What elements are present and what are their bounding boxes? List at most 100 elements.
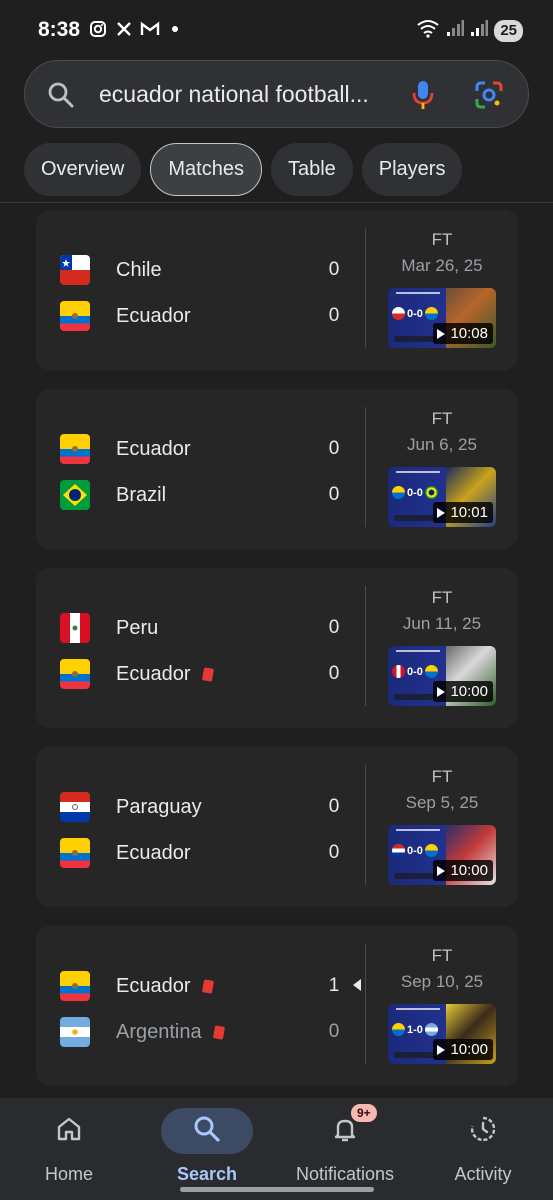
team-name: Ecuador bbox=[116, 974, 191, 997]
thumbnail-bar bbox=[394, 515, 436, 521]
lens-icon[interactable] bbox=[473, 79, 505, 116]
match-date: Mar 26, 25 bbox=[401, 256, 483, 275]
status-bar: 8:38 25 bbox=[0, 0, 553, 60]
match-status: FT bbox=[431, 767, 453, 786]
home-icon bbox=[55, 1115, 83, 1148]
thumbnail-score: 0-0 bbox=[392, 665, 438, 678]
match-date: Sep 5, 25 bbox=[405, 793, 479, 812]
activity-icon bbox=[468, 1114, 498, 1149]
match-status: FT bbox=[431, 230, 453, 249]
thumbnail-banner bbox=[396, 650, 440, 658]
match-date: Jun 11, 25 bbox=[402, 614, 482, 633]
team-row: Ecuador bbox=[60, 659, 214, 689]
nav-home[interactable]: Home bbox=[9, 1108, 129, 1185]
match-status: FT bbox=[431, 588, 453, 607]
team-name: Argentina bbox=[116, 1020, 202, 1043]
tab-bar: Overview Matches Table Players bbox=[24, 143, 463, 196]
play-icon bbox=[437, 686, 446, 697]
x-icon bbox=[114, 19, 134, 39]
video-duration: 10:08 bbox=[433, 323, 493, 344]
tab-matches[interactable]: Matches bbox=[150, 143, 262, 196]
divider bbox=[365, 407, 366, 527]
ecuador-flag-icon bbox=[60, 838, 90, 868]
team-score: 0 bbox=[328, 259, 340, 280]
thumbnail-banner bbox=[396, 1008, 440, 1016]
team-score: 0 bbox=[328, 484, 340, 505]
video-thumbnail[interactable]: 0-0 10:01 bbox=[388, 467, 496, 527]
match-card[interactable]: Ecuador 0 Brazil 0 FT Jun 6, 25 0-0 10:0… bbox=[36, 389, 518, 549]
match-card[interactable]: Paraguay 0 Ecuador 0 FT Sep 5, 25 0-0 10… bbox=[36, 747, 518, 907]
bottom-nav: Home Search 9+ Notifications Activity bbox=[0, 1098, 553, 1200]
paraguay-flag-icon bbox=[60, 792, 90, 822]
search-input[interactable]: ecuador national football... bbox=[99, 81, 389, 108]
play-icon bbox=[437, 1044, 446, 1055]
nav-label: Home bbox=[44, 1164, 93, 1184]
search-bar[interactable]: ecuador national football... bbox=[24, 60, 529, 128]
play-icon bbox=[437, 328, 446, 339]
match-card[interactable]: Peru 0 Ecuador 0 FT Jun 11, 25 0-0 10:00 bbox=[36, 568, 518, 728]
play-icon bbox=[437, 507, 446, 518]
peru-flag-icon bbox=[60, 613, 90, 643]
video-thumbnail[interactable]: 0-0 10:08 bbox=[388, 288, 496, 348]
tab-overview[interactable]: Overview bbox=[24, 143, 142, 196]
team-row: Ecuador bbox=[60, 301, 191, 331]
video-thumbnail[interactable]: 1-0 10:00 bbox=[388, 1004, 496, 1064]
video-thumbnail[interactable]: 0-0 10:00 bbox=[388, 825, 496, 885]
divider bbox=[365, 586, 366, 706]
thumbnail-bar bbox=[394, 873, 436, 879]
divider bbox=[365, 765, 366, 885]
chile-flag-icon bbox=[60, 255, 90, 285]
nav-notifications[interactable]: 9+ Notifications bbox=[285, 1104, 405, 1185]
team-score: 0 bbox=[328, 617, 340, 638]
thumbnail-score: 1-0 bbox=[392, 1023, 438, 1036]
match-card[interactable]: Ecuador 1 Argentina 0 FT Sep 10, 25 1-0 … bbox=[36, 926, 518, 1086]
team-name: Chile bbox=[116, 258, 162, 281]
status-icons-left bbox=[88, 19, 178, 39]
thumbnail-bar bbox=[394, 336, 436, 342]
team-name: Ecuador bbox=[116, 437, 191, 460]
team-score: 1 bbox=[328, 975, 340, 996]
search-icon[interactable] bbox=[47, 81, 75, 114]
status-icons-right: 25 bbox=[416, 18, 523, 43]
red-card-icon bbox=[212, 1024, 225, 1040]
thumbnail-banner bbox=[396, 829, 440, 837]
ecuador-flag-icon bbox=[60, 971, 90, 1001]
match-date: Sep 10, 25 bbox=[400, 972, 484, 991]
team-name: Paraguay bbox=[116, 795, 202, 818]
thumbnail-banner bbox=[396, 292, 440, 300]
notification-badge: 9+ bbox=[351, 1104, 377, 1122]
thumbnail-banner bbox=[396, 471, 440, 479]
signal-icon bbox=[446, 19, 465, 42]
team-score: 0 bbox=[328, 1021, 340, 1042]
nav-activity[interactable]: Activity bbox=[423, 1108, 543, 1185]
thumbnail-bar bbox=[394, 1052, 436, 1058]
team-name: Ecuador bbox=[116, 662, 191, 685]
tab-table[interactable]: Table bbox=[270, 143, 353, 196]
team-score: 0 bbox=[328, 796, 340, 817]
instagram-icon bbox=[88, 19, 108, 39]
team-name: Brazil bbox=[116, 483, 167, 506]
thumbnail-score: 0-0 bbox=[392, 486, 438, 499]
red-card-icon bbox=[201, 666, 214, 682]
video-duration: 10:00 bbox=[433, 860, 493, 881]
team-row: Ecuador bbox=[60, 971, 214, 1001]
tab-players[interactable]: Players bbox=[361, 143, 463, 196]
mic-icon[interactable] bbox=[409, 79, 437, 116]
home-indicator[interactable] bbox=[180, 1187, 374, 1192]
brazil-flag-icon bbox=[60, 480, 90, 510]
match-card[interactable]: Chile 0 Ecuador 0 FT Mar 26, 25 0-0 10:0… bbox=[36, 210, 518, 370]
signal-icon bbox=[470, 19, 489, 42]
status-time: 8:38 bbox=[38, 18, 81, 41]
team-row: Peru bbox=[60, 613, 158, 643]
team-name: Peru bbox=[116, 616, 159, 639]
divider bbox=[365, 228, 366, 348]
team-row: Argentina bbox=[60, 1017, 225, 1047]
red-card-icon bbox=[201, 978, 214, 994]
team-row: Ecuador bbox=[60, 434, 191, 464]
nav-label: Notifications bbox=[295, 1164, 395, 1184]
team-row: Chile bbox=[60, 255, 162, 285]
video-thumbnail[interactable]: 0-0 10:00 bbox=[388, 646, 496, 706]
team-row: Paraguay bbox=[60, 792, 202, 822]
nav-search[interactable]: Search bbox=[147, 1108, 267, 1185]
thumbnail-score: 0-0 bbox=[392, 844, 438, 857]
